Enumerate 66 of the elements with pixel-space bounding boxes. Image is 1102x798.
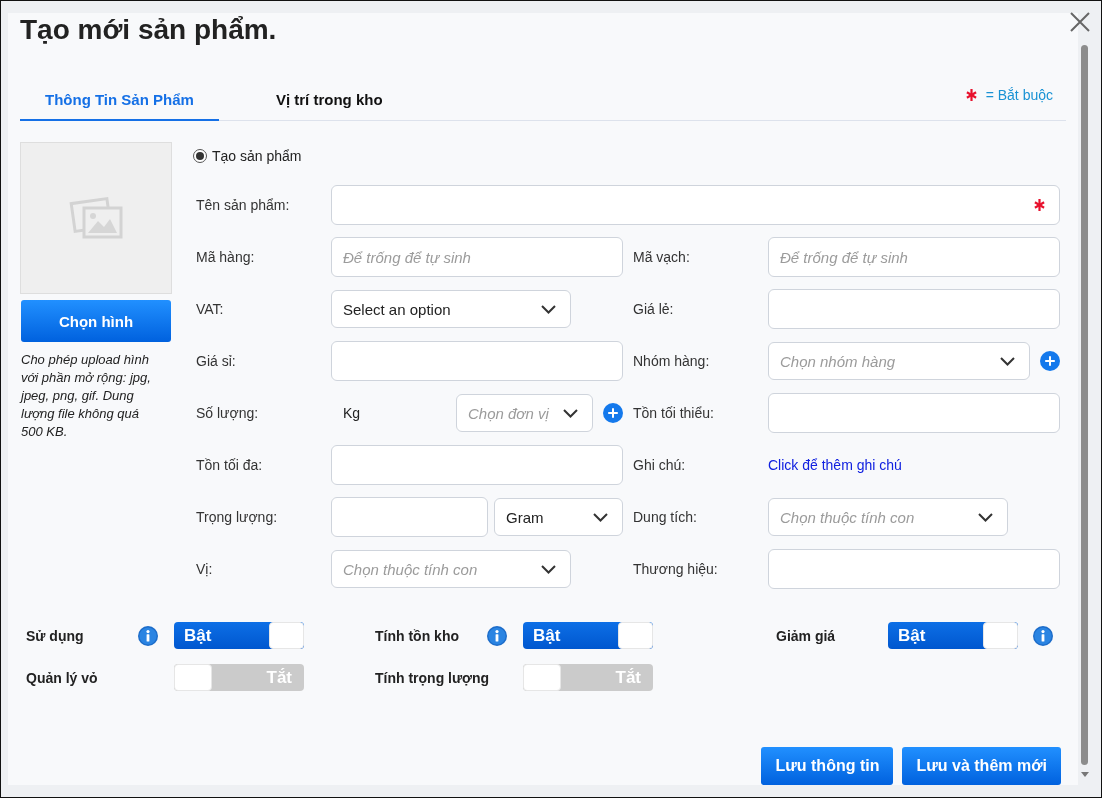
chevron-down-icon <box>1000 356 1015 366</box>
chevron-down-icon <box>541 304 556 314</box>
setting-label: Giảm giá <box>776 627 837 644</box>
dropdown-field[interactable]: Chọn đơn vị <box>456 394 593 432</box>
field-label: Giá sỉ: <box>196 353 236 369</box>
dropdown-field[interactable]: Chọn thuộc tính con <box>768 498 1008 536</box>
text-field[interactable]: Để trống để tự sinh <box>768 237 1060 277</box>
field-label: Số lượng: <box>196 405 259 421</box>
add-icon[interactable] <box>603 403 623 423</box>
choose-image-button[interactable]: Chọn hình <box>21 300 171 342</box>
field-label: Tên sản phẩm: <box>196 197 290 213</box>
save-button[interactable]: Lưu và thêm mới <box>902 747 1061 785</box>
field-label: Mã vạch: <box>633 249 690 265</box>
tab[interactable]: Vị trí trong kho <box>250 80 408 121</box>
chevron-down-icon <box>978 512 993 522</box>
toggle-switch[interactable]: Bật <box>888 622 1018 649</box>
text-field[interactable] <box>768 289 1060 329</box>
field-label: Tồn tối đa: <box>196 457 263 473</box>
field-label: Dung tích: <box>633 509 697 525</box>
field-label: Trọng lượng: <box>196 509 278 525</box>
save-button[interactable]: Lưu thông tin <box>761 747 894 785</box>
field-label: VAT: <box>196 301 224 317</box>
text-field[interactable] <box>331 497 488 537</box>
info-icon[interactable] <box>487 625 507 646</box>
setting-label: Tính tồn kho <box>375 627 460 644</box>
chevron-down-icon <box>541 564 556 574</box>
text-field[interactable] <box>331 341 623 381</box>
asterisk-icon <box>965 89 977 101</box>
dropdown-field[interactable]: Gram <box>494 498 623 536</box>
dialog-title: Tạo mới sản phẩm. <box>20 13 277 47</box>
text-field[interactable] <box>331 185 1060 225</box>
radio-icon[interactable] <box>193 149 207 163</box>
scroll-down-icon[interactable] <box>1081 772 1089 777</box>
field-label: Mã hàng: <box>196 249 255 265</box>
setting-label: Tính trọng lượng <box>375 669 487 686</box>
field-label: Nhóm hàng: <box>633 353 710 369</box>
chevron-down-icon <box>593 512 608 522</box>
add-note-link[interactable]: Click để thêm ghi chú <box>768 457 902 473</box>
text-field[interactable] <box>331 445 623 485</box>
radio-option[interactable]: Tạo sản phẩm <box>193 146 302 166</box>
text-field[interactable] <box>768 549 1060 589</box>
tab[interactable]: Thông Tin Sản Phẩm <box>20 80 219 121</box>
toggle-switch[interactable]: Bật <box>174 622 304 649</box>
unit-label: Kg <box>343 405 361 421</box>
close-icon[interactable] <box>1070 12 1090 32</box>
chevron-down-icon <box>563 408 578 418</box>
upload-note: Cho phép upload hình với phần mở rộng: jpg, jpeg, png, gif. Dung lượng file không quá 500 KB. <box>21 351 152 441</box>
setting-label: Sử dụng <box>26 627 85 644</box>
dropdown-field[interactable]: Select an option <box>331 290 571 328</box>
required-legend: = Bắt buộc <box>985 87 1053 103</box>
field-label: Ghi chú: <box>633 457 686 473</box>
scrollbar-thumb[interactable] <box>1081 45 1088 765</box>
toggle-switch[interactable]: Bật <box>523 622 653 649</box>
field-label: Thương hiệu: <box>633 561 718 577</box>
info-icon[interactable] <box>1033 625 1053 646</box>
text-field[interactable]: Để trống để tự sinh <box>331 237 623 277</box>
text-field[interactable] <box>768 393 1060 433</box>
field-label: Tồn tối thiểu: <box>633 405 714 421</box>
add-icon[interactable] <box>1040 351 1060 371</box>
info-icon[interactable] <box>138 625 158 646</box>
field-label: Vị: <box>196 561 213 577</box>
image-icon <box>68 195 124 241</box>
setting-label: Quản lý vỏ <box>26 669 99 686</box>
dropdown-field[interactable]: Chọn thuộc tính con <box>331 550 571 588</box>
dropdown-field[interactable]: Chọn nhóm hàng <box>768 342 1030 380</box>
field-label: Giá lẻ: <box>633 301 674 317</box>
